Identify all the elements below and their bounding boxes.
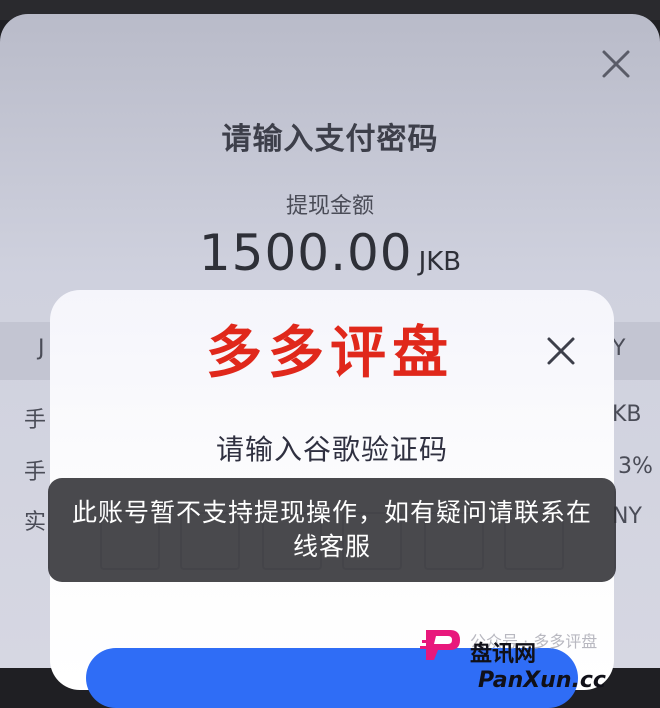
rate-row-value-partial: 3% (618, 454, 653, 479)
panxun-domain: PanXun.cc (478, 668, 606, 693)
fee-row-value-partial: KB (612, 402, 642, 427)
actual-row-value-partial: NY (612, 504, 642, 529)
panxun-watermark: 盘讯网PanXun.cc (470, 636, 660, 693)
withdraw-amount-label: 提现金额 (285, 194, 374, 219)
withdraw-amount: 1500.00 JKB (0, 224, 660, 282)
close-icon[interactable] (598, 46, 634, 82)
toast-message: 此账号暂不支持提现操作，如有疑问请联系在线客服 (72, 498, 593, 561)
rate-row-label-partial: 手 (24, 460, 47, 485)
actual-row-label-partial: 实 (24, 510, 47, 535)
withdraw-amount-value: 1500.00 (198, 224, 413, 282)
fee-row-label-partial: 手 (24, 408, 47, 433)
withdraw-amount-currency: JKB (418, 247, 462, 277)
payment-password-title: 请输入支付密码 (221, 122, 439, 157)
panxun-site-name: 盘讯网 (470, 642, 537, 667)
google-verify-title: 请输入谷歌验证码 (215, 433, 448, 466)
error-toast: 此账号暂不支持提现操作，如有疑问请联系在线客服 (48, 478, 616, 582)
panxun-logo-icon (420, 630, 460, 660)
close-icon[interactable] (544, 334, 578, 368)
